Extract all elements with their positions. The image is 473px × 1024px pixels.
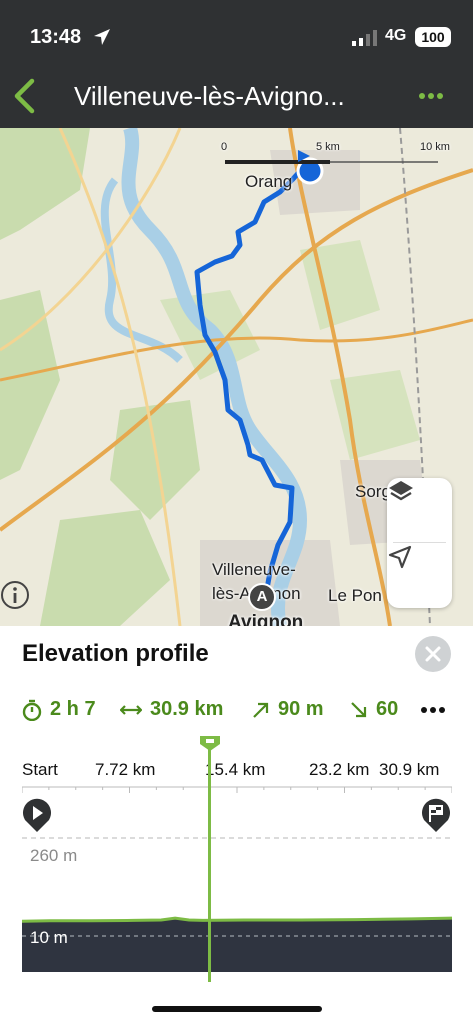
elevation-chart[interactable]: 260 m 10 m [21,836,453,972]
info-icon[interactable] [0,580,30,610]
route-start-marker[interactable]: A [247,582,277,612]
close-button[interactable] [415,636,451,672]
axis-start: Start [22,760,58,779]
layers-button[interactable] [387,478,452,542]
signal-icon [352,30,377,46]
finish-flag-icon [422,798,450,832]
network-type: 4G [385,27,407,44]
distance-arrows-icon [120,704,142,715]
elevation-sheet: Elevation profile 2 h 7 30.9 km 90 m 60 … [0,626,473,1024]
axis-t2: 15.4 km [205,760,266,779]
back-arrow-icon[interactable] [12,78,36,114]
stopwatch-icon [22,699,42,721]
map-forest [0,290,60,480]
stat-distance: 30.9 km [120,698,223,721]
battery-icon: 100 [415,27,451,47]
location-arrow-icon [94,29,110,45]
close-icon [425,646,441,662]
place-orange: Orang [245,172,293,191]
map-forest [40,510,170,626]
start-flag-icon [23,798,51,832]
position-cursor-handle[interactable] [198,734,222,752]
axis-t3: 23.2 km [309,760,370,779]
place-le-pontet: Le Pon [328,586,382,605]
place-sorgues: Sorg [355,482,391,501]
map-forest [110,400,200,520]
scale-mid: 5 km [316,141,340,153]
position-cursor-line[interactable] [208,738,212,982]
status-time: 13:48 [30,26,82,48]
axis-ticks [22,786,452,793]
ascent-value: 90 m [278,698,324,720]
more-options-icon[interactable] [418,92,444,100]
locate-button[interactable] [387,544,452,608]
axis-t4: 30.9 km [379,760,440,779]
map-forest [300,240,380,330]
start-marker-label: A [256,588,268,605]
stat-descent: 60 [350,698,398,721]
elevation-bottom-label: 10 m [30,928,68,947]
duration-value: 2 h 7 [50,698,96,720]
descent-arrow-icon [351,701,367,717]
stat-duration: 2 h 7 [22,698,96,721]
scale-max: 10 km [420,141,450,153]
distance-axis: Start 7.72 km 15.4 km 23.2 km 30.9 km [0,760,473,784]
app-header: 13:48 4G 100 Villeneuve-lès-Avigno... [0,0,473,128]
place-avignon: Avignon [228,612,304,626]
stats-more-icon[interactable] [420,706,446,714]
layers-icon [389,481,413,501]
scale-zero: 0 [221,141,228,153]
controls-divider [393,542,446,543]
page-title: Villeneuve-lès-Avigno... [74,81,345,111]
navigation-arrow-icon [388,545,412,569]
elevation-top-label: 260 m [30,846,78,865]
stat-ascent: 90 m [252,698,324,721]
map-view[interactable]: 0 5 km 10 km Orang Sorg Villeneuve- lès-… [0,128,473,626]
sheet-title: Elevation profile [22,640,209,667]
descent-value: 60 [376,698,399,720]
map-controls [387,478,452,608]
home-indicator [152,1006,322,1012]
ascent-arrow-icon [253,702,269,718]
elevation-chart-svg [21,837,453,972]
map-forest [0,128,90,240]
place-villeneuve: Villeneuve- [212,560,296,579]
elevation-area [22,918,452,972]
axis-t1: 7.72 km [95,760,156,779]
route-line [194,165,306,603]
distance-value: 30.9 km [150,698,224,720]
